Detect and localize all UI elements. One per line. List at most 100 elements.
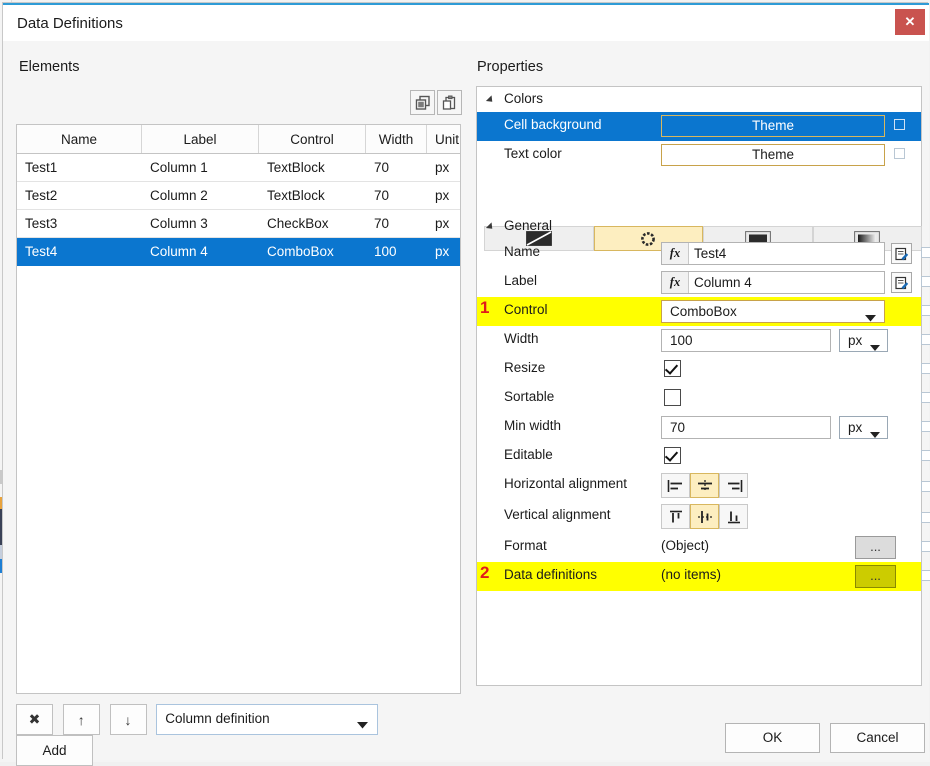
property-label: Resize bbox=[504, 360, 545, 375]
binding-checkbox[interactable] bbox=[921, 305, 930, 316]
cell-label: Column 1 bbox=[142, 154, 259, 182]
binding-checkbox[interactable] bbox=[894, 119, 905, 130]
property-label: Cell background bbox=[504, 117, 602, 132]
fx-icon[interactable]: fx bbox=[662, 243, 689, 264]
property-editable[interactable]: Editable bbox=[477, 442, 921, 471]
min-width-unit-value: px bbox=[848, 420, 862, 435]
data-definitions-browse-button[interactable]: ... bbox=[855, 565, 896, 588]
copy-icon[interactable] bbox=[410, 90, 435, 115]
property-label: Format bbox=[504, 538, 547, 553]
label-field[interactable]: fx Column 4 bbox=[661, 271, 885, 294]
binding-checkbox[interactable] bbox=[894, 148, 905, 159]
min-width-input[interactable]: 70 bbox=[661, 416, 831, 439]
fx-icon[interactable]: fx bbox=[662, 272, 689, 293]
data-definitions-dialog: Data Definitions ✕ Elements bbox=[2, 2, 928, 759]
chevron-down-icon bbox=[870, 426, 880, 441]
cell-name: Test3 bbox=[17, 210, 142, 238]
properties-list: Colors Cell background Theme Text color … bbox=[476, 86, 922, 686]
elements-grid[interactable]: Name Label Control Width Unit Test1Colum… bbox=[16, 124, 461, 694]
property-label: Name bbox=[504, 244, 540, 259]
column-header-unit[interactable]: Unit bbox=[427, 125, 462, 154]
cell-unit: px bbox=[427, 154, 462, 182]
cell-background-value[interactable]: Theme bbox=[661, 115, 885, 137]
binding-checkbox[interactable] bbox=[921, 541, 930, 552]
align-top-icon[interactable] bbox=[661, 504, 690, 529]
binding-checkbox[interactable] bbox=[921, 570, 930, 581]
property-control[interactable]: 1 Control ComboBox bbox=[477, 297, 921, 326]
binding-checkbox[interactable] bbox=[921, 247, 930, 258]
binding-checkbox[interactable] bbox=[921, 481, 930, 492]
cell-name: Test1 bbox=[17, 154, 142, 182]
editable-checkbox[interactable] bbox=[664, 447, 681, 464]
text-color-value[interactable]: Theme bbox=[661, 144, 885, 166]
binding-checkbox[interactable] bbox=[921, 512, 930, 523]
format-browse-button[interactable]: ... bbox=[855, 536, 896, 559]
paste-icon[interactable] bbox=[437, 90, 462, 115]
section-colors[interactable]: Colors bbox=[477, 87, 921, 112]
binding-checkbox[interactable] bbox=[921, 334, 930, 345]
table-body: Test1Column 1TextBlock70pxTest2Column 2T… bbox=[17, 154, 461, 266]
property-text-color[interactable]: Text color Theme bbox=[477, 141, 921, 170]
property-width[interactable]: Width 100 px bbox=[477, 326, 921, 355]
property-label-field[interactable]: Label fx Column 4 bbox=[477, 268, 921, 297]
edit-icon[interactable] bbox=[891, 243, 912, 264]
width-input[interactable]: 100 bbox=[661, 329, 831, 352]
control-select[interactable]: ComboBox bbox=[661, 300, 885, 323]
title-bar: Data Definitions ✕ bbox=[3, 5, 929, 41]
property-min-width[interactable]: Min width 70 px bbox=[477, 413, 921, 442]
property-cell-background[interactable]: Cell background Theme bbox=[477, 112, 921, 141]
cell-width: 70 bbox=[366, 210, 427, 238]
move-up-button[interactable]: ↑ bbox=[63, 704, 100, 735]
ok-button[interactable]: OK bbox=[725, 723, 820, 753]
align-left-icon[interactable] bbox=[661, 473, 690, 498]
property-format[interactable]: Format (Object) ... bbox=[477, 533, 921, 562]
cell-label: Column 2 bbox=[142, 182, 259, 210]
sortable-checkbox[interactable] bbox=[664, 389, 681, 406]
column-header-width[interactable]: Width bbox=[366, 125, 427, 154]
section-colors-label: Colors bbox=[504, 91, 543, 106]
align-right-icon[interactable] bbox=[719, 473, 748, 498]
delete-button[interactable]: ✖ bbox=[16, 704, 53, 735]
table-row[interactable]: Test3Column 3CheckBox70px bbox=[17, 210, 461, 238]
column-header-name[interactable]: Name bbox=[17, 125, 142, 154]
edit-icon[interactable] bbox=[891, 272, 912, 293]
section-general[interactable]: General bbox=[477, 214, 921, 239]
property-data-definitions[interactable]: 2 Data definitions (no items) ... bbox=[477, 562, 921, 591]
property-resize[interactable]: Resize bbox=[477, 355, 921, 384]
property-label: Text color bbox=[504, 146, 562, 161]
cancel-button[interactable]: Cancel bbox=[830, 723, 925, 753]
table-row[interactable]: Test1Column 1TextBlock70px bbox=[17, 154, 461, 182]
table-row[interactable]: Test4Column 4ComboBox100px bbox=[17, 238, 461, 266]
binding-checkbox[interactable] bbox=[921, 363, 930, 374]
properties-heading: Properties bbox=[477, 59, 543, 75]
table-header-row: Name Label Control Width Unit bbox=[17, 125, 461, 154]
binding-checkbox[interactable] bbox=[921, 276, 930, 287]
binding-checkbox[interactable] bbox=[921, 392, 930, 403]
close-icon[interactable]: ✕ bbox=[895, 9, 925, 35]
column-header-control[interactable]: Control bbox=[259, 125, 366, 154]
cell-name: Test4 bbox=[17, 238, 142, 266]
cell-label: Column 3 bbox=[142, 210, 259, 238]
name-field[interactable]: fx Test4 bbox=[661, 242, 885, 265]
definition-type-select[interactable]: Column definition bbox=[156, 704, 378, 735]
column-header-label[interactable]: Label bbox=[142, 125, 259, 154]
binding-checkbox[interactable] bbox=[921, 450, 930, 461]
property-horizontal-alignment[interactable]: Horizontal alignment bbox=[477, 471, 921, 502]
min-width-unit-select[interactable]: px bbox=[839, 416, 888, 439]
property-label: Label bbox=[504, 273, 537, 288]
property-label: Control bbox=[504, 302, 548, 317]
width-unit-select[interactable]: px bbox=[839, 329, 888, 352]
property-sortable[interactable]: Sortable bbox=[477, 384, 921, 413]
table-row[interactable]: Test2Column 2TextBlock70px bbox=[17, 182, 461, 210]
align-bottom-icon[interactable] bbox=[719, 504, 748, 529]
align-center-icon[interactable] bbox=[690, 473, 719, 498]
move-down-button[interactable]: ↓ bbox=[110, 704, 147, 735]
binding-checkbox[interactable] bbox=[921, 421, 930, 432]
property-vertical-alignment[interactable]: Vertical alignment bbox=[477, 502, 921, 533]
property-name[interactable]: Name fx Test4 bbox=[477, 239, 921, 268]
align-middle-icon[interactable] bbox=[690, 504, 719, 529]
min-width-value: 70 bbox=[670, 420, 685, 435]
add-button[interactable]: Add bbox=[16, 735, 93, 766]
resize-checkbox[interactable] bbox=[664, 360, 681, 377]
annotation-1: 1 bbox=[480, 298, 489, 318]
